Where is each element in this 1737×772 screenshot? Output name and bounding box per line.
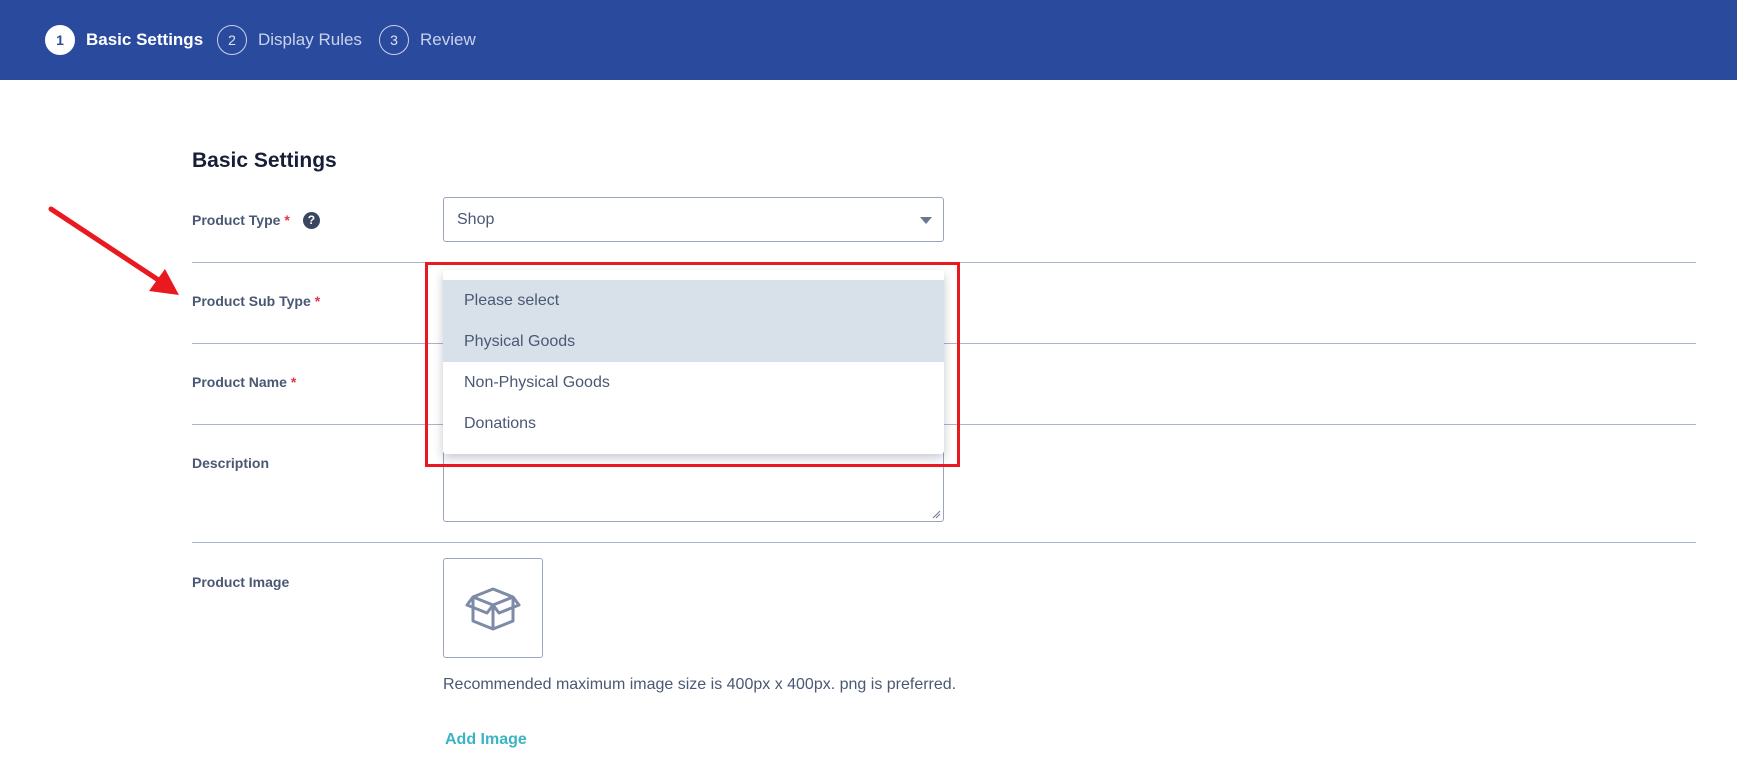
resize-grip-icon[interactable] <box>931 509 941 519</box>
row-divider <box>192 424 1696 425</box>
required-mark: * <box>290 374 297 390</box>
product-sub-type-label: Product Sub Type * <box>192 291 320 311</box>
row-divider <box>192 542 1696 543</box>
description-label: Description <box>192 453 269 473</box>
section-title: Basic Settings <box>192 149 337 172</box>
dropdown-option-donations[interactable]: Donations <box>443 403 944 444</box>
product-image-label: Product Image <box>192 572 289 592</box>
label-text: Product Image <box>192 574 290 590</box>
label-text: Product Type <box>192 212 281 228</box>
product-sub-type-dropdown: Please select Physical Goods Non-Physica… <box>443 270 944 454</box>
product-image-placeholder[interactable] <box>443 558 543 658</box>
product-type-select[interactable]: Shop <box>443 197 944 242</box>
chevron-down-icon <box>920 217 932 224</box>
row-divider <box>192 343 1696 344</box>
dropdown-option-non-physical-goods[interactable]: Non-Physical Goods <box>443 362 944 403</box>
step-label: Review <box>420 30 476 49</box>
product-type-label: Product Type * ? <box>192 210 320 230</box>
required-mark: * <box>284 212 290 228</box>
label-text: Product Name <box>192 374 287 390</box>
step-number: 3 <box>379 25 409 55</box>
step-display-rules[interactable]: 2 Display Rules <box>217 25 362 55</box>
step-review[interactable]: 3 Review <box>379 25 476 55</box>
step-number: 2 <box>217 25 247 55</box>
add-image-link[interactable]: Add Image <box>445 731 527 749</box>
label-text: Product Sub Type <box>192 293 311 309</box>
box-icon <box>465 587 521 631</box>
step-number: 1 <box>45 25 75 55</box>
row-divider <box>192 262 1696 263</box>
required-mark: * <box>314 293 321 309</box>
label-text: Description <box>192 455 270 471</box>
dropdown-option-physical-goods[interactable]: Physical Goods <box>443 321 944 362</box>
step-label: Basic Settings <box>86 30 204 49</box>
select-value: Shop <box>457 210 495 228</box>
question-circle-icon[interactable]: ? <box>302 211 320 229</box>
annotation-arrow-icon <box>48 206 179 295</box>
product-name-label: Product Name * <box>192 372 296 392</box>
dropdown-option-please-select[interactable]: Please select <box>443 280 944 321</box>
step-basic-settings[interactable]: 1 Basic Settings <box>45 25 203 55</box>
stepper-header: 1 Basic Settings 2 Display Rules 3 Revie… <box>0 0 1737 80</box>
image-size-hint: Recommended maximum image size is 400px … <box>443 676 957 693</box>
step-label: Display Rules <box>258 30 362 49</box>
